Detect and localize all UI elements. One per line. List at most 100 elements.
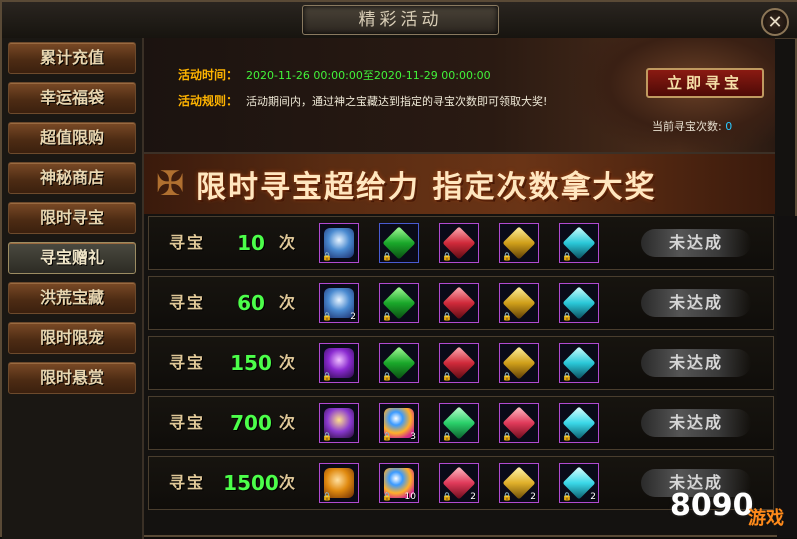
sidebar-item-1[interactable]: 幸运福袋 <box>8 82 136 114</box>
tier-prefix: 寻宝 <box>169 413 206 432</box>
item-quantity: 3 <box>410 432 416 442</box>
treasure-now-button[interactable]: 立即寻宝 <box>646 68 764 98</box>
tier-count: 10 <box>237 231 265 255</box>
sidebar-item-6[interactable]: 洪荒宝藏 <box>8 282 136 314</box>
sidebar-item-3[interactable]: 神秘商店 <box>8 162 136 194</box>
reward-slot[interactable]: 🔒 <box>499 343 539 383</box>
reward-slot[interactable]: 🔒 <box>319 403 359 443</box>
reward-slot[interactable]: 🔒 10 <box>379 463 419 503</box>
tier-row: 寻宝 700 次 🔒 🔒 3 🔒 🔒 🔒 未达成 <box>148 396 774 450</box>
tier-row: 寻宝 10 次 🔒 🔒 🔒 🔒 🔒 未达成 <box>148 216 774 270</box>
reward-slot[interactable]: 🔒 2 <box>559 463 599 503</box>
sidebar-item-8[interactable]: 限时悬赏 <box>8 362 136 394</box>
item-quantity: 2 <box>350 312 356 322</box>
claim-status-button[interactable]: 未达成 <box>641 409 751 437</box>
lock-icon: 🔒 <box>442 372 452 381</box>
logo-number: 8090 <box>670 488 754 523</box>
reward-slot[interactable]: 🔒 <box>439 283 479 323</box>
claim-status-button[interactable]: 未达成 <box>641 289 751 317</box>
tier-prefix: 寻宝 <box>169 473 206 492</box>
ornament-icon: ✠ <box>155 164 185 204</box>
tier-prefix: 寻宝 <box>169 293 206 312</box>
reward-slot[interactable]: 🔒 <box>379 283 419 323</box>
reward-slot[interactable]: 🔒 <box>319 343 359 383</box>
site-logo: 8090 游戏 <box>670 486 797 536</box>
reward-slot[interactable]: 🔒 <box>559 343 599 383</box>
sidebar: 累计充值幸运福袋超值限购神秘商店限时寻宝寻宝赠礼洪荒宝藏限时限宠限时悬赏 <box>2 38 144 539</box>
lock-icon: 🔒 <box>562 312 572 321</box>
reward-slot[interactable]: 🔒 <box>499 283 539 323</box>
lock-icon: 🔒 <box>562 372 572 381</box>
claim-status-button[interactable]: 未达成 <box>641 349 751 377</box>
lock-icon: 🔒 <box>382 372 392 381</box>
tier-suffix: 次 <box>279 353 298 372</box>
item-quantity: 2 <box>590 492 596 502</box>
tier-prefix: 寻宝 <box>169 353 206 372</box>
reward-slot[interactable]: 🔒 2 <box>319 283 359 323</box>
reward-slot[interactable]: 🔒 <box>499 223 539 263</box>
reward-slot[interactable]: 🔒 2 <box>439 463 479 503</box>
banner-title: 限时寻宝超给力 指定次数拿大奖 <box>196 170 657 205</box>
lock-icon: 🔒 <box>442 492 452 501</box>
tier-row: 寻宝 60 次 🔒 2 🔒 🔒 🔒 🔒 未达成 <box>148 276 774 330</box>
lock-icon: 🔒 <box>442 312 452 321</box>
reward-slot[interactable]: 🔒 <box>559 403 599 443</box>
lock-icon: 🔒 <box>502 372 512 381</box>
count-label: 当前寻宝次数: <box>652 120 722 133</box>
tier-suffix: 次 <box>279 233 298 252</box>
logo-label: 游戏 <box>748 508 784 529</box>
current-count: 当前寻宝次数: 0 <box>652 118 732 134</box>
title-plate: 精彩活动 <box>302 5 499 35</box>
tier-suffix: 次 <box>279 293 298 312</box>
reward-slot[interactable]: 🔒 <box>379 343 419 383</box>
lock-icon: 🔒 <box>382 252 392 261</box>
reward-slot[interactable]: 🔒 2 <box>499 463 539 503</box>
tier-count: 60 <box>237 291 265 315</box>
reward-slot[interactable]: 🔒 <box>439 403 479 443</box>
lock-icon: 🔒 <box>502 252 512 261</box>
reward-slot[interactable]: 🔒 <box>319 223 359 263</box>
reward-slot[interactable]: 🔒 <box>319 463 359 503</box>
tier-suffix: 次 <box>279 413 298 432</box>
lock-icon: 🔒 <box>382 312 392 321</box>
sidebar-item-0[interactable]: 累计充值 <box>8 42 136 74</box>
reward-slot[interactable]: 🔒 <box>439 343 479 383</box>
item-quantity: 10 <box>404 492 416 502</box>
lock-icon: 🔒 <box>502 432 512 441</box>
lock-icon: 🔒 <box>322 492 332 501</box>
reward-slot[interactable]: 🔒 <box>559 283 599 323</box>
sidebar-item-5[interactable]: 寻宝赠礼 <box>8 242 136 274</box>
lock-icon: 🔒 <box>322 252 332 261</box>
reward-slot[interactable]: 🔒 3 <box>379 403 419 443</box>
sidebar-item-4[interactable]: 限时寻宝 <box>8 202 136 234</box>
sidebar-item-2[interactable]: 超值限购 <box>8 122 136 154</box>
promo-banner: ✠ 限时寻宝超给力 指定次数拿大奖 <box>144 154 775 214</box>
reward-slot[interactable]: 🔒 <box>499 403 539 443</box>
reward-slot[interactable]: 🔒 <box>439 223 479 263</box>
lock-icon: 🔒 <box>322 312 332 321</box>
rule-label: 活动规则： <box>178 94 239 108</box>
tier-count: 1500 <box>223 471 279 495</box>
tier-count: 700 <box>230 411 272 435</box>
rule-value: 活动期间内，通过神之宝藏达到指定的寻宝次数即可领取大奖! <box>246 95 548 108</box>
close-icon[interactable]: ✕ <box>761 8 789 36</box>
lock-icon: 🔒 <box>562 492 572 501</box>
time-value: 2020-11-26 00:00:00至2020-11-29 00:00:00 <box>246 69 491 82</box>
time-label: 活动时间： <box>178 68 239 82</box>
window-title: 精彩活动 <box>358 10 443 30</box>
item-quantity: 2 <box>530 492 536 502</box>
activity-info-panel: 活动时间： 2020-11-26 00:00:00至2020-11-29 00:… <box>144 38 775 154</box>
lock-icon: 🔒 <box>322 372 332 381</box>
tier-prefix: 寻宝 <box>169 233 206 252</box>
tier-count: 150 <box>230 351 272 375</box>
lock-icon: 🔒 <box>322 432 332 441</box>
lock-icon: 🔒 <box>502 312 512 321</box>
claim-status-button[interactable]: 未达成 <box>641 229 751 257</box>
reward-slot[interactable]: 🔒 <box>559 223 599 263</box>
sidebar-item-7[interactable]: 限时限宠 <box>8 322 136 354</box>
reward-slot[interactable]: 🔒 <box>379 223 419 263</box>
lock-icon: 🔒 <box>562 252 572 261</box>
tier-row: 寻宝 150 次 🔒 🔒 🔒 🔒 🔒 未达成 <box>148 336 774 390</box>
lock-icon: 🔒 <box>502 492 512 501</box>
count-value: 0 <box>725 120 733 133</box>
